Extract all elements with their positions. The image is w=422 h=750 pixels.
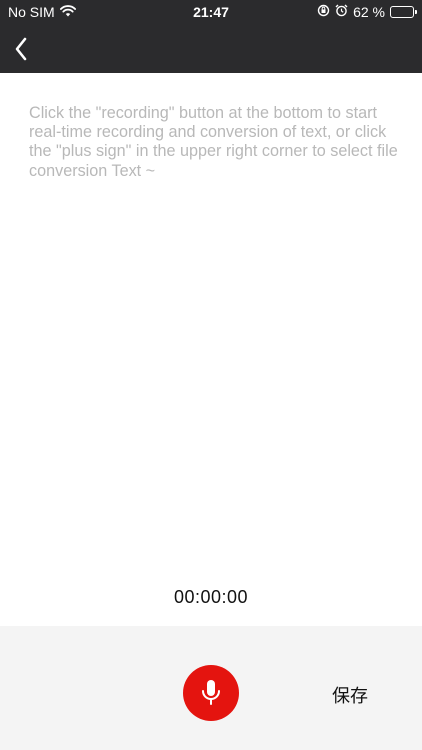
- hint-text: Click the "recording" button at the bott…: [29, 104, 398, 180]
- chevron-left-icon: [15, 37, 27, 61]
- transcription-area[interactable]: Click the "recording" button at the bott…: [0, 73, 422, 626]
- nav-bar: [0, 26, 422, 73]
- recording-timer: 00:00:00: [173, 587, 249, 607]
- status-right: 62 %: [317, 4, 417, 20]
- back-button[interactable]: [6, 34, 36, 64]
- battery-percent: 62 %: [353, 4, 385, 20]
- bottom-toolbar: 保存: [0, 626, 422, 750]
- rotation-lock-icon: [317, 4, 330, 20]
- alarm-icon: [335, 4, 348, 20]
- record-button[interactable]: [183, 665, 239, 721]
- status-bar: No SIM 21:47 62 %: [0, 0, 422, 26]
- save-button[interactable]: 保存: [332, 682, 368, 708]
- microphone-icon: [202, 680, 220, 705]
- battery-icon: [390, 6, 417, 18]
